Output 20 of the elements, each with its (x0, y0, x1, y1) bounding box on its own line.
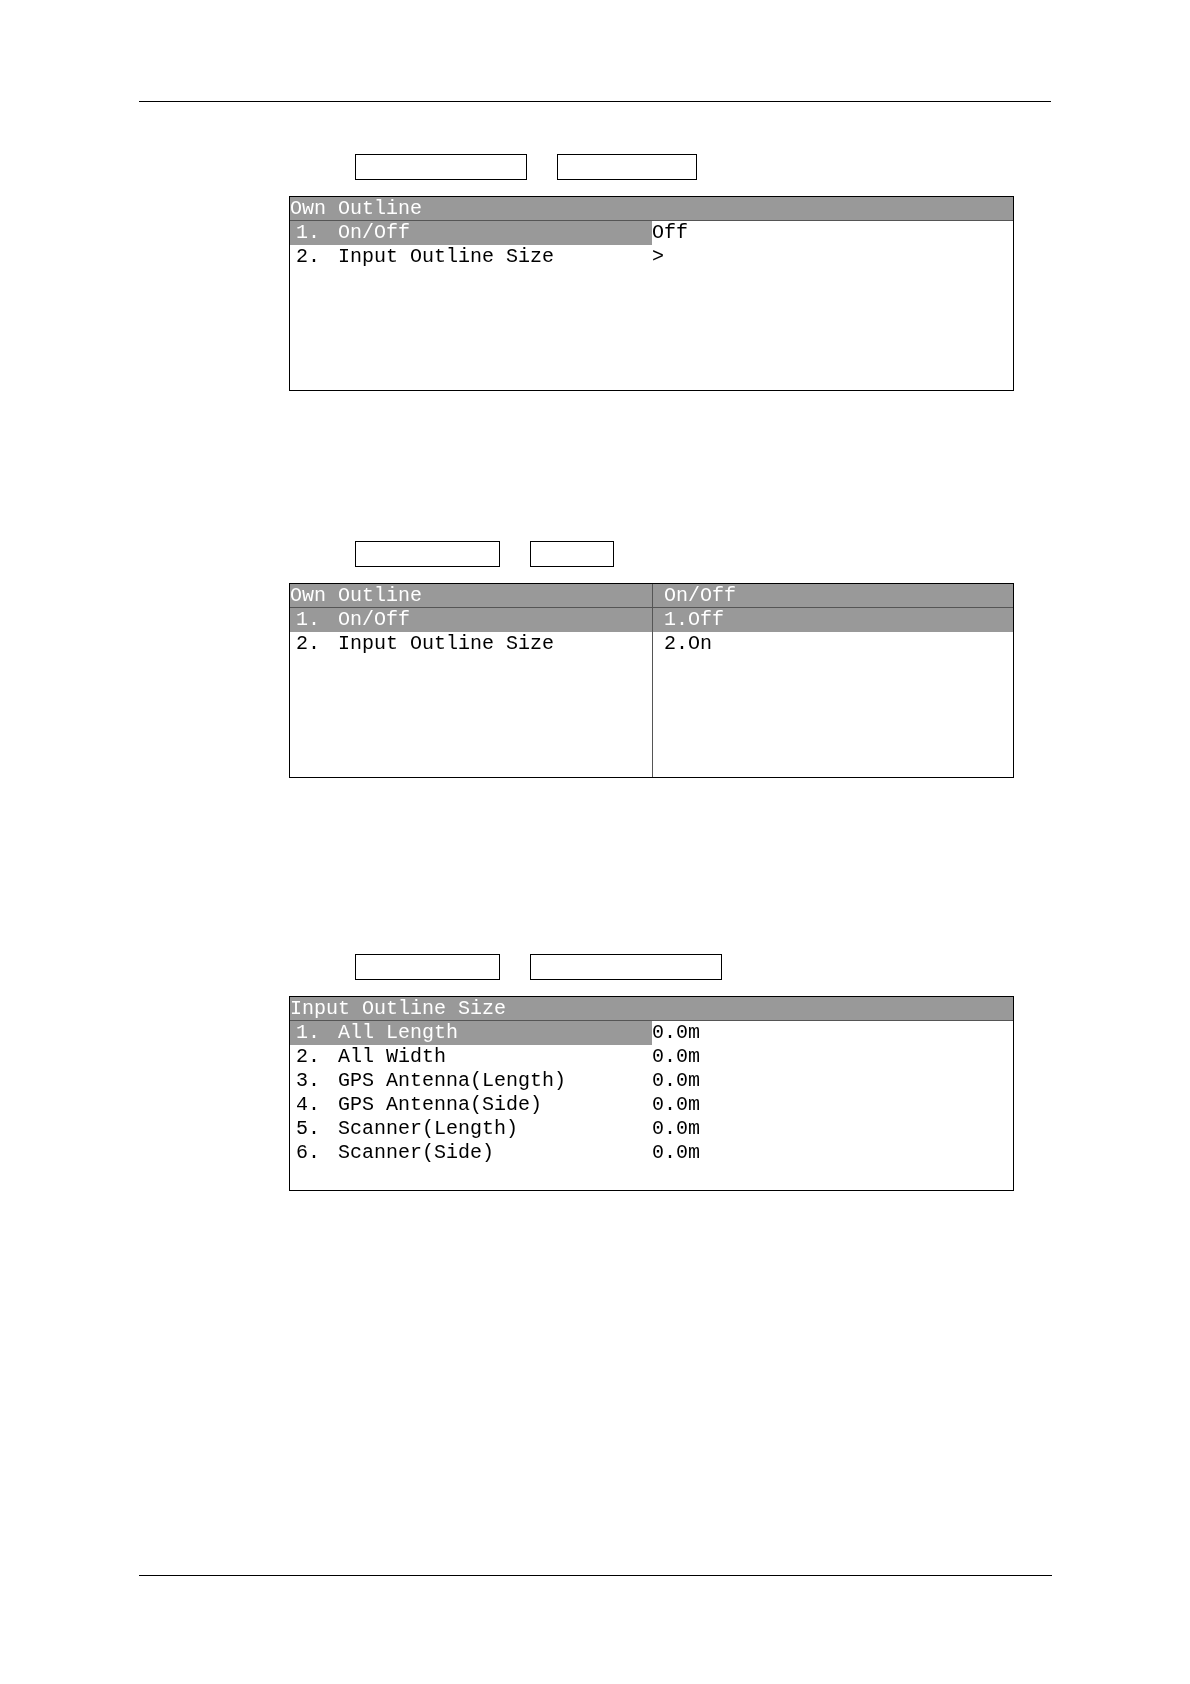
item-value: 0.0m (652, 1023, 700, 1043)
item-value: 0.0m (652, 1071, 700, 1091)
menu-item[interactable]: 5. Scanner(Length) (290, 1117, 652, 1141)
item-value: 0.0m (652, 1143, 700, 1163)
submenu-option[interactable]: 2.On (653, 632, 1013, 656)
item-value: 0.0m (652, 1095, 700, 1115)
menu-title: Own Outline (290, 584, 652, 608)
menu-item[interactable]: 2. All Width (290, 1045, 652, 1069)
item-value: Off (652, 223, 688, 243)
item-value: 0.0m (652, 1119, 700, 1139)
menu-item[interactable]: 2. Input Outline Size (290, 245, 652, 269)
menu-item[interactable]: 4. GPS Antenna(Side) (290, 1093, 652, 1117)
item-value: 0.0m (652, 1047, 700, 1067)
menu-item[interactable]: 2. Input Outline Size (290, 632, 652, 656)
menu-title: Own Outline (290, 197, 1013, 221)
menu-title: Input Outline Size (290, 997, 1013, 1021)
item-value: > (652, 247, 664, 267)
menu-item[interactable]: 3. GPS Antenna(Length) (290, 1069, 652, 1093)
menu-item[interactable]: 6. Scanner(Side) (290, 1141, 652, 1165)
submenu-title: On/Off (653, 584, 1013, 608)
